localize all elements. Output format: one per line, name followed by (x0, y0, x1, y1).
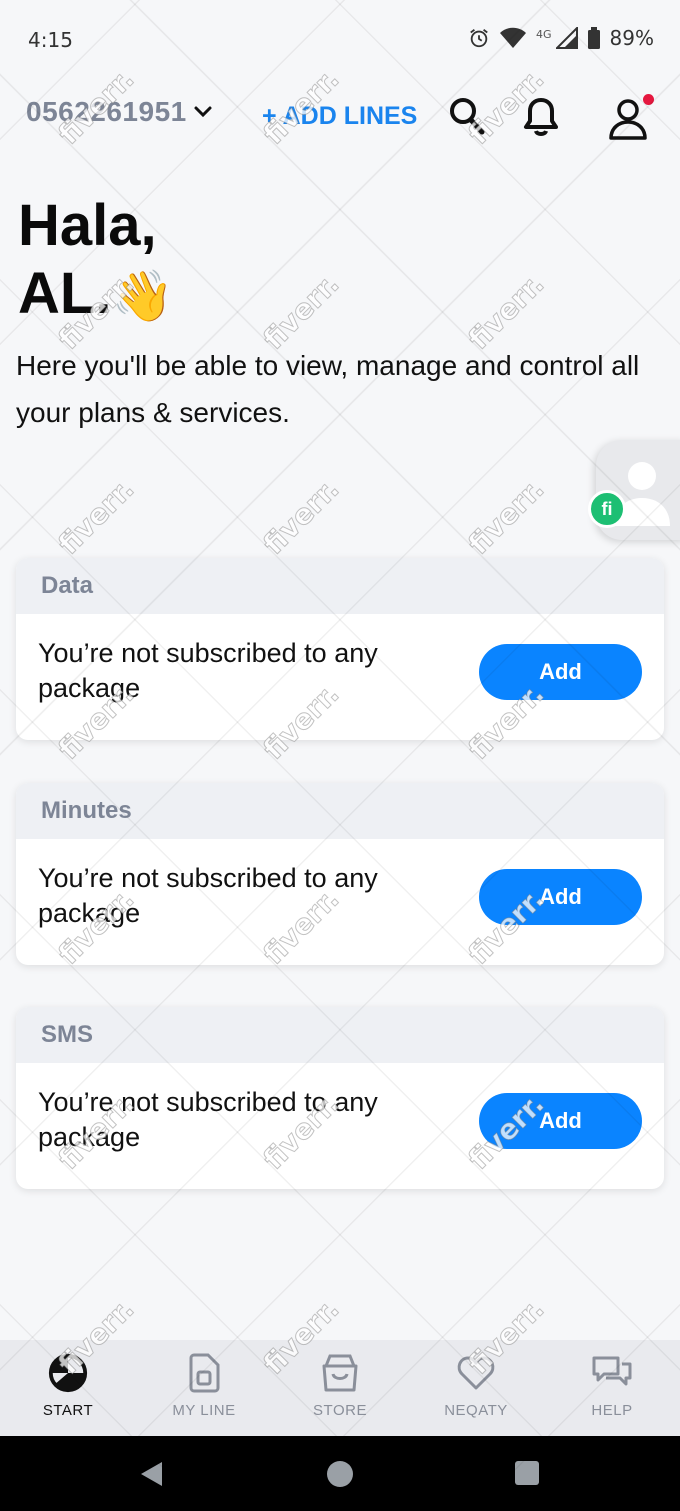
home-icon[interactable] (326, 1460, 354, 1488)
recents-icon[interactable] (514, 1460, 540, 1486)
nav-store[interactable]: STORE (272, 1340, 408, 1436)
store-icon (322, 1354, 358, 1392)
wifi-icon (500, 27, 527, 48)
battery-icon (587, 27, 600, 49)
greeting-line-2: AL.👋 (18, 260, 174, 330)
system-nav-bar (0, 1436, 680, 1511)
nav-my-line[interactable]: MY LINE (136, 1340, 272, 1436)
minutes-card: Minutes You’re not subscribed to any pac… (16, 783, 664, 965)
search-button[interactable] (448, 96, 486, 140)
data-card: Data You’re not subscribed to any packag… (16, 558, 664, 740)
back-icon[interactable] (138, 1460, 166, 1488)
phone-number: 0562261951 (26, 96, 187, 127)
status-icons: 4G 89% (468, 26, 654, 50)
nav-label: STORE (313, 1402, 367, 1419)
nav-neqaty[interactable]: NEQATY (408, 1340, 544, 1436)
nav-label: NEQATY (444, 1402, 508, 1419)
sim-card-icon (189, 1353, 220, 1393)
card-message: You’re not subscribed to any package (38, 638, 378, 703)
intro-text: Here you'll be able to view, manage and … (16, 350, 640, 428)
nav-label: MY LINE (172, 1402, 236, 1419)
add-sms-button[interactable]: Add (479, 1093, 642, 1149)
bottom-nav: START MY LINE STORE NEQATY HELP (0, 1340, 680, 1436)
signal-icon (555, 27, 578, 49)
watermark-logo: fiverr. (461, 472, 551, 562)
card-title: Minutes (16, 783, 664, 839)
alarm-icon (470, 29, 488, 48)
profile-button[interactable] (606, 94, 654, 146)
notifications-button[interactable] (522, 96, 560, 144)
app-header: 0562261951 + ADD LINES (0, 90, 680, 146)
card-message: You’re not subscribed to any package (38, 1087, 378, 1152)
greeting-line-1: Hala, (18, 193, 157, 258)
nav-label: HELP (591, 1402, 633, 1419)
status-bar: 4:15 4G 89% (0, 0, 680, 80)
bell-icon (524, 98, 558, 136)
user-name: AL. (18, 261, 112, 326)
start-icon (48, 1353, 88, 1393)
sms-card: SMS You’re not subscribed to any package… (16, 1007, 664, 1189)
card-title: Data (16, 558, 664, 614)
watermark-logo: fiverr. (51, 472, 141, 562)
search-icon (450, 98, 485, 135)
waving-hand-icon: 👋 (111, 268, 174, 324)
card-message: You’re not subscribed to any package (38, 863, 378, 928)
status-time: 4:15 (28, 28, 73, 52)
fiverr-badge: fi (588, 490, 626, 528)
nav-start[interactable]: START (0, 1340, 136, 1436)
watermark-logo: fiverr. (256, 472, 346, 562)
card-title: SMS (16, 1007, 664, 1063)
nav-label: START (42, 1402, 94, 1419)
nav-help[interactable]: HELP (544, 1340, 680, 1436)
chevron-down-icon (194, 106, 212, 118)
add-lines-button[interactable]: + ADD LINES (262, 102, 417, 131)
add-minutes-button[interactable]: Add (479, 869, 642, 925)
battery-level: 89% (609, 26, 654, 50)
heart-icon (457, 1356, 495, 1390)
network-label: 4G (536, 27, 552, 41)
greeting: Hala, AL.👋 (18, 192, 174, 330)
notification-dot (643, 94, 654, 105)
add-data-button[interactable]: Add (479, 644, 642, 700)
chat-icon (592, 1356, 632, 1386)
line-selector[interactable]: 0562261951 (26, 96, 213, 128)
